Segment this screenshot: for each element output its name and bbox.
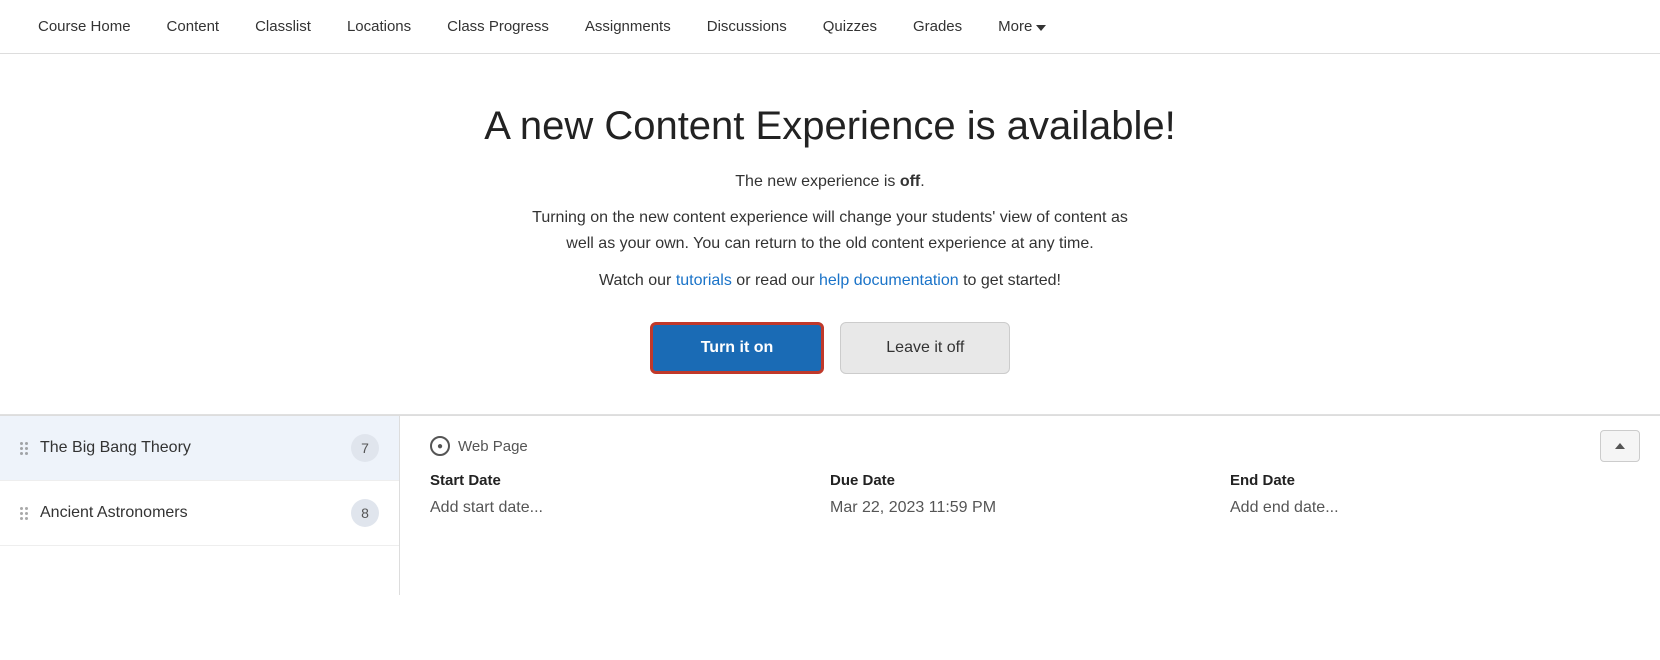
modal-description: Turning on the new content experience wi… [520,205,1140,256]
nav-grades[interactable]: Grades [895,0,980,54]
modal-status-suffix: . [920,173,924,190]
sidebar-item-label: The Big Bang Theory [40,439,339,457]
leave-it-off-button[interactable]: Leave it off [840,322,1010,374]
nav-more-label: More [998,18,1032,35]
nav-assignments[interactable]: Assignments [567,0,689,54]
help-doc-link[interactable]: help documentation [819,272,959,289]
bottom-section: The Big Bang Theory 7 Ancient Astronomer… [0,415,1660,595]
nav-content[interactable]: Content [149,0,238,54]
modal-status-value: off [900,173,920,190]
start-date-header: Start Date [430,472,830,489]
drag-handle-icon [20,442,28,455]
modal-title: A new Content Experience is available! [20,104,1640,149]
web-page-row: ● Web Page [430,436,1630,456]
dates-row: Start Date Add start date... Due Date Ma… [430,472,1630,517]
end-date-value[interactable]: Add end date... [1230,499,1630,517]
sidebar-item-label: Ancient Astronomers [40,504,339,522]
navigation-bar: Course Home Content Classlist Locations … [0,0,1660,54]
modal-status: The new experience is off. [20,173,1640,191]
modal-links-suffix: to get started! [959,272,1061,289]
content-panel: ● Web Page Start Date Add start date... … [400,416,1660,595]
nav-classlist[interactable]: Classlist [237,0,329,54]
due-date-value[interactable]: Mar 22, 2023 11:59 PM [830,499,1230,517]
sidebar-item-big-bang[interactable]: The Big Bang Theory 7 [0,416,399,481]
modal-status-prefix: The new experience is [735,173,900,190]
tutorials-link[interactable]: tutorials [676,272,732,289]
chevron-up-icon [1615,443,1625,449]
modal-buttons: Turn it on Leave it off [20,322,1640,374]
modal-links-middle: or read our [732,272,819,289]
content-experience-modal: A new Content Experience is available! T… [0,54,1660,415]
nav-course-home[interactable]: Course Home [20,0,149,54]
chevron-down-icon [1036,25,1046,31]
drag-handle-icon [20,507,28,520]
modal-links: Watch our tutorials or read our help doc… [20,272,1640,290]
start-date-value[interactable]: Add start date... [430,499,830,517]
nav-more[interactable]: More [980,0,1064,54]
due-date-header: Due Date [830,472,1230,489]
due-date-col: Due Date Mar 22, 2023 11:59 PM [830,472,1230,517]
modal-links-prefix: Watch our [599,272,676,289]
end-date-col: End Date Add end date... [1230,472,1630,517]
nav-quizzes[interactable]: Quizzes [805,0,895,54]
sidebar-item-ancient-astronomers[interactable]: Ancient Astronomers 8 [0,481,399,546]
sidebar: The Big Bang Theory 7 Ancient Astronomer… [0,416,400,595]
end-date-header: End Date [1230,472,1630,489]
sidebar-item-count: 8 [351,499,379,527]
start-date-col: Start Date Add start date... [430,472,830,517]
turn-it-on-button[interactable]: Turn it on [650,322,825,374]
nav-discussions[interactable]: Discussions [689,0,805,54]
sidebar-item-count: 7 [351,434,379,462]
nav-class-progress[interactable]: Class Progress [429,0,567,54]
collapse-button[interactable] [1600,430,1640,462]
web-page-label: Web Page [458,438,528,455]
nav-locations[interactable]: Locations [329,0,429,54]
globe-icon: ● [430,436,450,456]
